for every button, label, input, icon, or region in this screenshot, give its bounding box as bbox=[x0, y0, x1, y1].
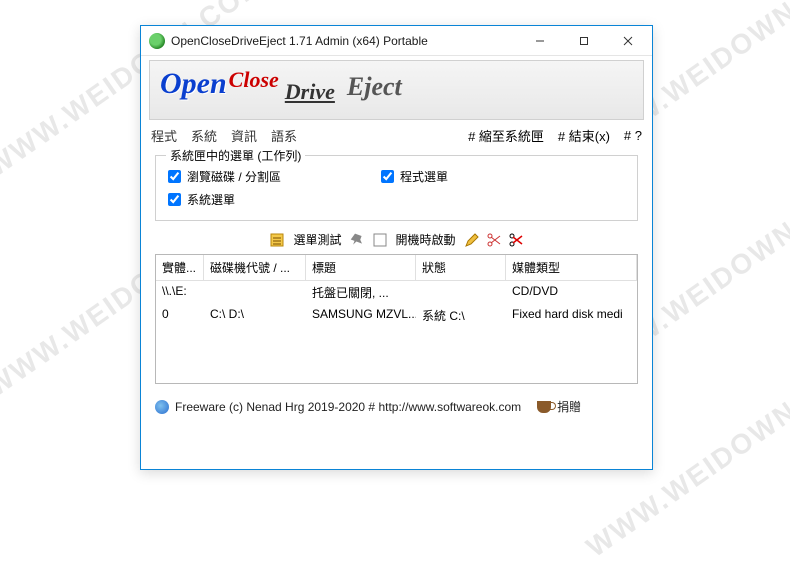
autostart-label[interactable]: 開機時啟動 bbox=[396, 231, 456, 248]
group-legend: 系統匣中的選單 (工作列) bbox=[166, 147, 305, 164]
cell-media: CD/DVD bbox=[506, 281, 637, 304]
col-letter[interactable]: 磁碟機代號 / ... bbox=[204, 255, 306, 280]
col-physical[interactable]: 實體... bbox=[156, 255, 204, 280]
check-program-menu-box[interactable] bbox=[381, 170, 394, 183]
menu-program[interactable]: 程式 bbox=[151, 126, 177, 145]
check-browse-drives-label: 瀏覽磁碟 / 分割區 bbox=[187, 168, 281, 185]
autostart-checkbox[interactable] bbox=[372, 232, 388, 248]
app-window: OpenCloseDriveEject 1.71 Admin (x64) Por… bbox=[140, 25, 653, 470]
menubar: 程式 系統 資訊 語系 # 縮至系統匣 # 結束(x) # ? bbox=[141, 122, 652, 149]
menu-help[interactable]: # ? bbox=[624, 128, 642, 143]
check-system-menu-label: 系統選單 bbox=[187, 191, 235, 208]
window-title: OpenCloseDriveEject 1.71 Admin (x64) Por… bbox=[171, 34, 518, 48]
check-browse-drives[interactable]: 瀏覽磁碟 / 分割區 bbox=[168, 168, 281, 185]
close-button[interactable] bbox=[606, 27, 650, 55]
logo-drive: Drive bbox=[285, 79, 335, 105]
check-browse-drives-box[interactable] bbox=[168, 170, 181, 183]
check-system-menu[interactable]: 系統選單 bbox=[168, 191, 281, 208]
col-title[interactable]: 標題 bbox=[306, 255, 416, 280]
coffee-icon[interactable] bbox=[537, 401, 551, 413]
titlebar[interactable]: OpenCloseDriveEject 1.71 Admin (x64) Por… bbox=[141, 26, 652, 56]
app-icon bbox=[149, 33, 165, 49]
cell-phys: \\.\E: bbox=[156, 281, 204, 304]
pin-icon[interactable] bbox=[350, 232, 366, 248]
menu-info[interactable]: 資訊 bbox=[231, 126, 257, 145]
logo-eject: Eject bbox=[347, 72, 402, 102]
cell-media: Fixed hard disk medi bbox=[506, 304, 637, 327]
disc-graphic bbox=[483, 60, 573, 120]
cell-letter: C:\ D:\ bbox=[204, 304, 306, 327]
logo-banner: Open Close Drive Eject bbox=[149, 60, 644, 120]
col-status[interactable]: 狀態 bbox=[416, 255, 506, 280]
menu-to-tray[interactable]: # 縮至系統匣 bbox=[468, 126, 544, 145]
scissors-red-icon[interactable] bbox=[508, 232, 524, 248]
footer-text[interactable]: Freeware (c) Nenad Hrg 2019-2020 # http:… bbox=[175, 400, 521, 414]
minimize-button[interactable] bbox=[518, 27, 562, 55]
menu-test-label[interactable]: 選單測試 bbox=[293, 231, 341, 248]
list-row[interactable]: \\.\E: 托盤已關閉, ... CD/DVD bbox=[156, 281, 637, 304]
check-program-menu-label: 程式選單 bbox=[400, 168, 448, 185]
edit-icon[interactable] bbox=[464, 232, 480, 248]
check-program-menu[interactable]: 程式選單 bbox=[381, 168, 448, 185]
col-media[interactable]: 媒體類型 bbox=[506, 255, 637, 280]
listview-header[interactable]: 實體... 磁碟機代號 / ... 標題 狀態 媒體類型 bbox=[156, 255, 637, 281]
menu-test-icon[interactable] bbox=[269, 232, 285, 248]
list-row[interactable]: 0 C:\ D:\ SAMSUNG MZVL... 系統 C:\ Fixed h… bbox=[156, 304, 637, 327]
donate-link[interactable]: 捐贈 bbox=[557, 398, 581, 415]
footer: Freeware (c) Nenad Hrg 2019-2020 # http:… bbox=[141, 392, 652, 421]
cell-title: 托盤已關閉, ... bbox=[306, 281, 416, 304]
cell-phys: 0 bbox=[156, 304, 204, 327]
tray-menu-group: 系統匣中的選單 (工作列) 瀏覽磁碟 / 分割區 系統選單 程式選單 bbox=[155, 155, 638, 221]
cell-title: SAMSUNG MZVL... bbox=[306, 304, 416, 327]
cell-status: 系統 C:\ bbox=[416, 304, 506, 327]
cell-letter bbox=[204, 281, 306, 304]
drive-listview[interactable]: 實體... 磁碟機代號 / ... 標題 狀態 媒體類型 \\.\E: 托盤已關… bbox=[155, 254, 638, 384]
scissors-icon[interactable] bbox=[486, 232, 502, 248]
maximize-button[interactable] bbox=[562, 27, 606, 55]
toolbar: 選單測試 開機時啟動 bbox=[141, 225, 652, 252]
logo-open: Open bbox=[160, 67, 227, 101]
globe-icon bbox=[155, 400, 169, 414]
logo-close: Close bbox=[229, 67, 279, 93]
menu-exit[interactable]: # 結束(x) bbox=[558, 126, 610, 145]
cell-status bbox=[416, 281, 506, 304]
check-system-menu-box[interactable] bbox=[168, 193, 181, 206]
menu-system[interactable]: 系統 bbox=[191, 126, 217, 145]
menu-language[interactable]: 語系 bbox=[271, 126, 297, 145]
